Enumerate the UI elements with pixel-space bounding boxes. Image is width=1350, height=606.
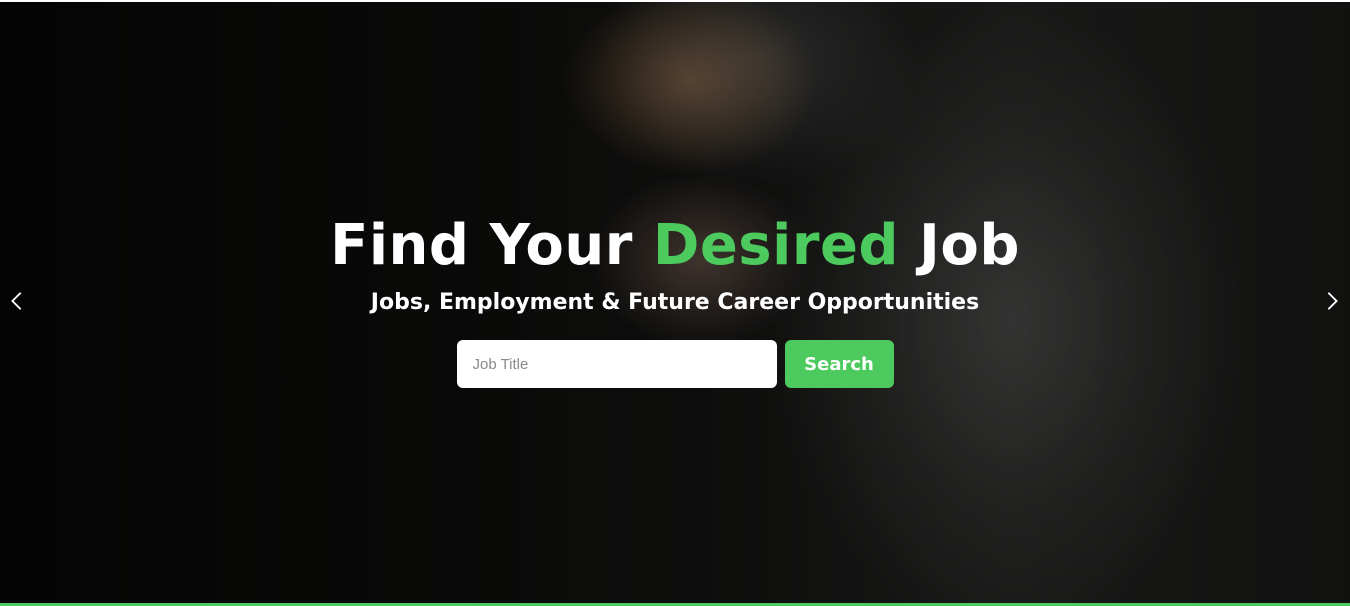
job-title-input[interactable] [456,340,777,388]
hero-content: Find Your Desired Job Jobs, Employment &… [0,212,1350,388]
search-button[interactable]: Search [784,340,894,388]
hero-subheadline: Jobs, Employment & Future Career Opportu… [370,290,980,315]
headline-part-1: Find Your [330,213,653,278]
hero-headline: Find Your Desired Job [0,212,1350,280]
headline-part-2: Job [899,213,1020,278]
headline-accent: Desired [652,213,900,278]
carousel-next-button[interactable] [1317,286,1347,316]
search-form: Search [0,340,1350,388]
top-border [0,0,1350,2]
chevron-right-icon [1327,292,1338,310]
hero-banner: Find Your Desired Job Jobs, Employment &… [0,0,1350,606]
